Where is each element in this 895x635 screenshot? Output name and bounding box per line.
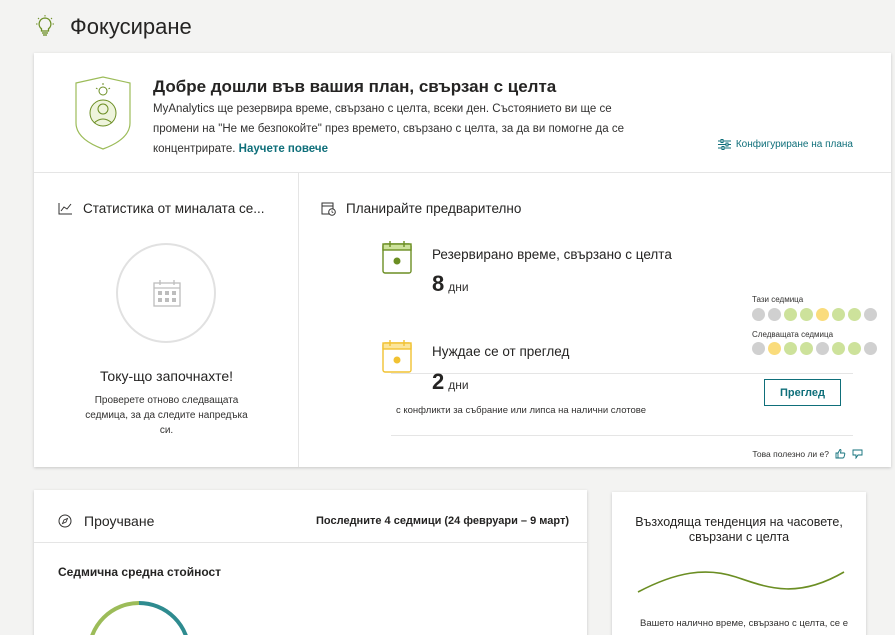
trend-card: Възходяща тенденция на часовете, свързан…	[612, 492, 866, 635]
feedback-question: Това полезно ли е?	[752, 449, 829, 459]
reserved-time-label: Резервирано време, свързано с целта	[432, 247, 672, 262]
lightbulb-icon	[36, 15, 54, 36]
reserved-count-value: 8	[432, 271, 445, 296]
reserved-days-unit: дни	[448, 280, 469, 294]
day-dot	[768, 342, 781, 355]
stats-placeholder-circle	[116, 243, 216, 343]
date-range: Последните 4 седмици (24 февруари – 9 ма…	[316, 515, 569, 527]
last-week-stats: Статистика от миналата се... Току-що зап…	[34, 173, 299, 467]
next-week-dots	[752, 342, 877, 355]
day-dot	[816, 342, 829, 355]
weekly-average-donut	[90, 601, 188, 635]
configure-plan-label: Конфигуриране на плана	[735, 139, 853, 150]
day-dot	[848, 342, 861, 355]
review-days-unit: дни	[448, 378, 469, 392]
sliders-icon	[717, 139, 731, 150]
welcome-body: MyAnalytics ще резервира време, свързано…	[153, 99, 653, 159]
stats-title: Статистика от миналата се...	[83, 201, 265, 216]
day-dot	[832, 342, 845, 355]
calendar-green-icon	[382, 241, 412, 274]
reserved-days-count: 8 дни	[432, 271, 469, 297]
day-dot	[864, 308, 877, 321]
this-week-dots	[752, 308, 877, 321]
day-dot	[752, 342, 765, 355]
review-button[interactable]: Преглед	[764, 379, 841, 406]
page-header: Фокусиране	[0, 0, 895, 50]
row-divider	[391, 435, 853, 436]
day-dot	[816, 308, 829, 321]
page-title: Фокусиране	[70, 14, 192, 39]
focus-plan-card: Добре дошли във вашия план, свързан с це…	[34, 53, 891, 467]
day-dot	[864, 342, 877, 355]
calendar-icon	[153, 280, 181, 307]
plan-header: Планирайте предварително	[321, 201, 521, 216]
review-days-count: 2 дни	[432, 369, 469, 395]
day-dot	[784, 308, 797, 321]
thumbs-down-icon[interactable]	[852, 449, 863, 459]
thumbs-up-icon[interactable]	[835, 449, 846, 459]
stats-header: Статистика от миналата се...	[58, 201, 288, 216]
plan-title: Планирайте предварително	[346, 201, 522, 216]
learning-header: Проучване	[58, 513, 154, 529]
learning-card: Проучване Последните 4 седмици (24 февру…	[34, 490, 587, 635]
check-back-hint: Проверете отново следващата седмица, за …	[85, 395, 248, 436]
needs-review-label: Нуждае се от преглед	[432, 344, 570, 359]
calendar-yellow-icon	[382, 340, 412, 373]
learning-title: Проучване	[84, 513, 155, 529]
calendar-clock-icon	[321, 202, 336, 216]
day-dot	[752, 308, 765, 321]
weekly-average-label: Седмична средна стойност	[58, 565, 222, 579]
day-dot	[784, 342, 797, 355]
day-dot	[800, 342, 813, 355]
this-week-label: Тази седмица	[752, 295, 804, 304]
next-week-label: Следващата седмица	[752, 330, 834, 339]
conflicts-text: с конфликти за събрание или липса на нал…	[396, 405, 647, 416]
trend-title: Възходяща тенденция на часовете, свързан…	[635, 515, 843, 544]
trend-line	[637, 571, 845, 593]
section-divider	[34, 542, 587, 543]
compass-icon	[58, 514, 72, 528]
review-count-value: 2	[432, 369, 445, 394]
feedback-prompt: Това полезно ли е?	[752, 449, 863, 459]
focused-person-badge-icon	[75, 76, 131, 150]
welcome-section: Добре дошли във вашия план, свързан с це…	[34, 53, 891, 173]
day-dot	[832, 308, 845, 321]
day-dot	[848, 308, 861, 321]
trend-note: Вашето налично време, свързано с целта, …	[640, 618, 848, 629]
day-dot	[768, 308, 781, 321]
plan-ahead-section: Планирайте предварително Резервирано вре…	[299, 173, 891, 467]
welcome-text: MyAnalytics ще резервира време, свързано…	[153, 103, 624, 155]
just-started-text: Току-що започнахте!	[99, 368, 234, 384]
configure-plan-link[interactable]: Конфигуриране на плана	[717, 139, 853, 150]
trend-chart-icon	[58, 203, 72, 215]
day-dot	[800, 308, 813, 321]
welcome-heading: Добре дошли във вашия план, свързан с це…	[153, 77, 557, 96]
learn-more-link[interactable]: Научете повече	[239, 143, 328, 155]
